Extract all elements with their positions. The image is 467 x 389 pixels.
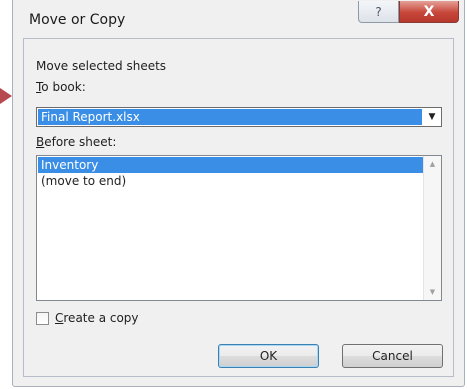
cancel-button[interactable]: Cancel (342, 344, 443, 368)
scroll-up-icon[interactable]: ▲ (424, 156, 441, 172)
to-book-selected-value: Final Report.xlsx (38, 109, 422, 125)
to-book-dropdown[interactable]: Final Report.xlsx ▼ (36, 107, 442, 127)
before-sheet-label: Before sheet: (36, 135, 117, 149)
dialog-content: Move selected sheets To book: Final Repo… (23, 38, 454, 377)
to-book-label: To book: (36, 80, 86, 94)
create-copy-label[interactable]: Create a copy (55, 311, 139, 325)
help-button[interactable]: ? (358, 1, 399, 23)
list-item[interactable]: Inventory (38, 157, 423, 173)
scroll-down-icon[interactable]: ▼ (424, 284, 441, 300)
scrollbar[interactable]: ▲ ▼ (423, 156, 441, 300)
close-icon: X (423, 3, 435, 20)
before-sheet-list[interactable]: Inventory (move to end) ▲ ▼ (36, 155, 442, 301)
list-item[interactable]: (move to end) (38, 173, 423, 189)
move-selected-label: Move selected sheets (36, 59, 167, 73)
create-copy-row[interactable]: Create a copy (36, 310, 139, 326)
move-or-copy-dialog: Move or Copy ? X Move selected sheets To… (12, 0, 465, 387)
close-button[interactable]: X (399, 1, 459, 23)
dialog-title: Move or Copy (29, 12, 126, 28)
help-icon: ? (375, 4, 382, 19)
chevron-down-icon[interactable]: ▼ (424, 109, 440, 125)
title-bar: Move or Copy ? X (13, 0, 464, 38)
ok-button[interactable]: OK (218, 344, 319, 368)
pointer-arrow (0, 88, 12, 104)
create-copy-checkbox[interactable] (36, 311, 49, 325)
